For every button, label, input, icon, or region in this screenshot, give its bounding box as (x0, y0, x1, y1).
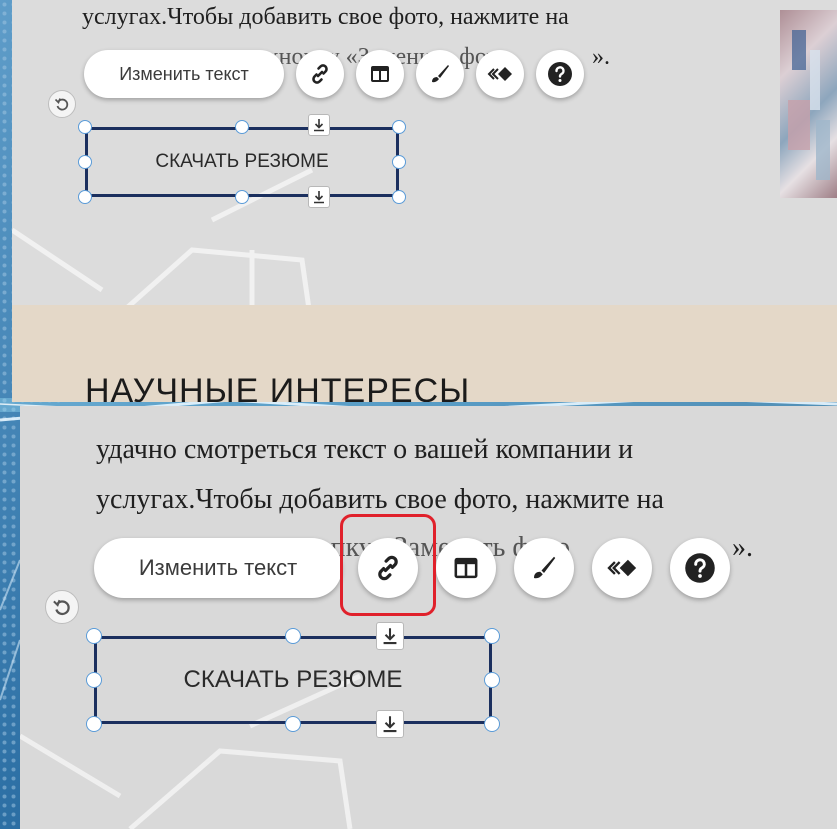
animation-icon (487, 67, 512, 81)
anchor-handle-bottom[interactable] (376, 710, 404, 738)
rotate-button[interactable] (48, 90, 76, 118)
edit-text-label: Изменить текст (119, 63, 249, 84)
edit-text-button[interactable]: Изменить текст (84, 50, 284, 98)
link-icon (312, 64, 328, 84)
resize-handle-bottom-left[interactable] (86, 716, 102, 732)
help-button[interactable] (536, 50, 584, 98)
brush-icon (432, 65, 449, 83)
animation-icon (607, 559, 637, 577)
body-text-tail: ». (732, 532, 753, 563)
anchor-handle-top[interactable] (308, 114, 330, 136)
download-anchor-icon (383, 716, 397, 733)
rotate-icon (54, 98, 69, 111)
help-button[interactable] (670, 538, 730, 598)
animation-button[interactable] (592, 538, 652, 598)
download-anchor-icon (314, 191, 324, 204)
anchor-handle-bottom[interactable] (308, 186, 330, 208)
body-text-tail: ». (592, 44, 610, 70)
resize-handle-top-left[interactable] (86, 628, 102, 644)
resize-handle-bottom-right[interactable] (392, 190, 406, 204)
resize-handle-bottom[interactable] (285, 716, 301, 732)
rotate-button[interactable] (45, 590, 79, 624)
resize-handle-bottom-left[interactable] (78, 190, 92, 204)
panel-decor (20, 673, 362, 829)
help-icon (685, 553, 715, 583)
body-text-line: услугах.Чтобы добавить свое фото, нажмит… (96, 484, 664, 515)
resize-handle-top[interactable] (285, 628, 301, 644)
section-heading: НАУЧНЫЕ ИНТЕРЕСЫ (85, 372, 471, 402)
rotate-icon (53, 599, 70, 616)
animation-button[interactable] (476, 50, 524, 98)
link-button[interactable] (296, 50, 344, 98)
download-resume-button[interactable]: СКАЧАТЬ РЕЗЮМЕ (94, 636, 492, 724)
download-anchor-icon (314, 119, 324, 132)
brush-icon (534, 556, 556, 579)
layout-button[interactable] (356, 50, 404, 98)
resize-handle-bottom[interactable] (235, 190, 249, 204)
resize-handle-top[interactable] (235, 120, 249, 134)
download-resume-label: СКАЧАТЬ РЕЗЮМЕ (183, 666, 403, 693)
layout-button[interactable] (436, 538, 496, 598)
resize-handle-top-left[interactable] (78, 120, 92, 134)
resize-handle-top-right[interactable] (484, 628, 500, 644)
resize-handle-bottom-right[interactable] (484, 716, 500, 732)
layout-icon (371, 66, 389, 82)
design-button[interactable] (416, 50, 464, 98)
anchor-handle-top[interactable] (376, 622, 404, 650)
editor-panel-bottom: удачно смотреться текст о вашей компании… (20, 406, 837, 829)
body-text-top: удачно смотреться текст о вашей компании… (96, 434, 634, 465)
download-resume-button[interactable]: СКАЧАТЬ РЕЗЮМЕ (85, 127, 399, 197)
download-anchor-icon (383, 628, 397, 645)
resize-handle-left[interactable] (78, 155, 92, 169)
resize-handle-top-right[interactable] (392, 120, 406, 134)
resize-handle-right[interactable] (392, 155, 406, 169)
photo-art (788, 30, 830, 180)
editor-panel-top: услугах.Чтобы добавить свое фото, нажмит… (12, 0, 837, 402)
help-icon (548, 62, 572, 86)
photo[interactable] (780, 10, 837, 198)
link-button-highlight (340, 514, 436, 616)
edit-text-button[interactable]: Изменить текст (94, 538, 342, 598)
resize-handle-right[interactable] (484, 672, 500, 688)
resize-handle-left[interactable] (86, 672, 102, 688)
body-text-line: услугах.Чтобы добавить свое фото, нажмит… (82, 4, 569, 30)
download-resume-label: СКАЧАТЬ РЕЗЮМЕ (155, 151, 329, 172)
layout-icon (454, 557, 478, 579)
edit-text-label: Изменить текст (138, 555, 298, 580)
design-button[interactable] (514, 538, 574, 598)
